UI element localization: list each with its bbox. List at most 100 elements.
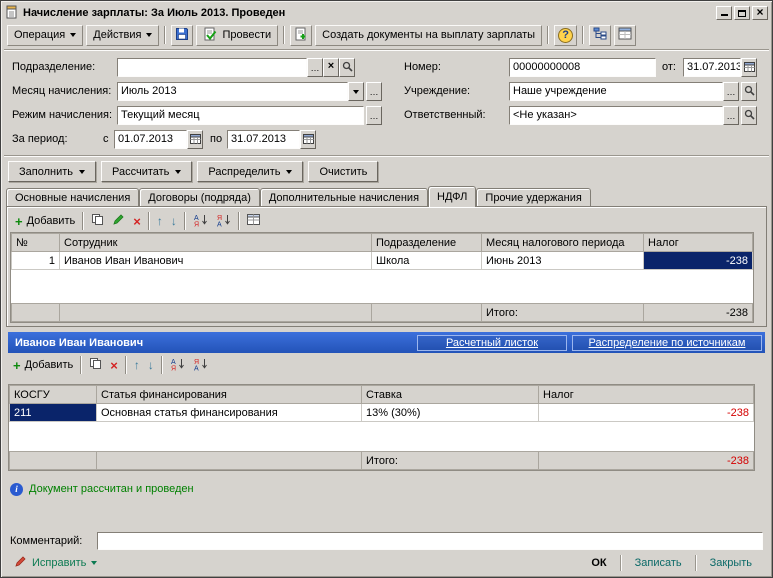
- operation-menu-button[interactable]: Операция: [7, 24, 84, 46]
- cell-kosgu-selected[interactable]: 211: [9, 403, 97, 422]
- sort-desc-button[interactable]: ЯА: [190, 356, 211, 374]
- ndfl-tab-panel: +Добавить × ↑ ↓ АЯ ЯА № Сотрудник Подра: [6, 206, 767, 327]
- ndfl-col-department[interactable]: Подразделение: [371, 233, 482, 252]
- ndfl-col-num[interactable]: №: [11, 233, 60, 252]
- institution-open-button[interactable]: [741, 82, 757, 101]
- tab-additional-accruals[interactable]: Дополнительные начисления: [259, 188, 429, 206]
- structure-button[interactable]: [589, 24, 612, 46]
- funding-col-article[interactable]: Статья финансирования: [96, 385, 362, 404]
- cell-tax-month[interactable]: Июнь 2013: [481, 251, 644, 270]
- sort-asc-button[interactable]: АЯ: [167, 356, 188, 374]
- funding-col-tax[interactable]: Налог: [538, 385, 754, 404]
- funding-col-kosgu[interactable]: КОСГУ: [9, 385, 97, 404]
- empty-rows-area[interactable]: [11, 269, 753, 304]
- delete-row-button[interactable]: ×: [130, 212, 144, 230]
- cell-tax[interactable]: -238: [538, 403, 754, 422]
- ndfl-col-tax[interactable]: Налог: [643, 233, 753, 252]
- magnifier-icon: [744, 85, 755, 98]
- cell-article[interactable]: Основная статья финансирования: [96, 403, 362, 422]
- tab-contracts[interactable]: Договоры (подряда): [139, 188, 260, 206]
- cell-num[interactable]: 1: [11, 251, 60, 270]
- sort-desc-button[interactable]: ЯА: [213, 212, 234, 230]
- cell-rate[interactable]: 13% (30%): [361, 403, 539, 422]
- move-up-button[interactable]: ↑: [131, 356, 143, 374]
- period-from-input[interactable]: 01.07.2013: [114, 130, 187, 149]
- table-row[interactable]: 1 Иванов Иван Иванович Школа Июнь 2013 -…: [11, 251, 753, 270]
- copy-row-button[interactable]: [86, 356, 105, 374]
- post-button[interactable]: Провести: [196, 24, 279, 46]
- table-row[interactable]: 211 Основная статья финансирования 13% (…: [9, 403, 754, 422]
- move-down-button[interactable]: ↓: [168, 212, 180, 230]
- close-button[interactable]: ×: [752, 6, 768, 20]
- svg-text:Я: Я: [194, 221, 199, 227]
- distribute-menu-button[interactable]: Распределить: [197, 161, 304, 182]
- department-select-button[interactable]: …: [307, 58, 323, 77]
- calculate-menu-button[interactable]: Рассчитать: [101, 161, 193, 182]
- ok-button[interactable]: ОК: [580, 553, 617, 573]
- post-icon: [203, 27, 217, 44]
- copy-row-button[interactable]: [88, 212, 107, 230]
- fix-menu-button[interactable]: Исправить: [10, 555, 101, 571]
- distribution-by-sources-link[interactable]: Распределение по источникам: [572, 334, 762, 351]
- ndfl-col-tax-month[interactable]: Месяц налогового периода: [481, 233, 644, 252]
- date-calendar-button[interactable]: [741, 58, 757, 77]
- toolbar-separator: [160, 356, 163, 374]
- accrual-month-dropdown-button[interactable]: [348, 82, 364, 101]
- period-label: За период:: [12, 133, 68, 145]
- department-open-button[interactable]: [339, 58, 355, 77]
- report-button[interactable]: [614, 24, 637, 46]
- write-button[interactable]: Записать: [624, 553, 693, 573]
- tab-other-deductions[interactable]: Прочие удержания: [476, 188, 591, 206]
- number-input[interactable]: 00000000008: [509, 58, 656, 77]
- delete-row-button[interactable]: ×: [107, 356, 121, 374]
- new-document-button[interactable]: [290, 24, 313, 46]
- accrual-month-input[interactable]: Июль 2013: [117, 82, 348, 101]
- save-button-toolbar[interactable]: [171, 24, 194, 46]
- period-to-input[interactable]: 31.07.2013: [227, 130, 300, 149]
- ndfl-col-employee[interactable]: Сотрудник: [59, 233, 372, 252]
- tab-main-accruals[interactable]: Основные начисления: [6, 188, 140, 206]
- period-from-calendar-button[interactable]: [187, 130, 203, 149]
- grid-settings-button[interactable]: [244, 212, 263, 230]
- form-header: Подразделение: … × Номер: 00000000008 от…: [4, 58, 769, 154]
- accrual-mode-input[interactable]: Текущий месяц: [117, 106, 364, 125]
- sort-asc-button[interactable]: АЯ: [190, 212, 211, 230]
- move-down-button[interactable]: ↓: [145, 356, 157, 374]
- actions-menu-button[interactable]: Действия: [86, 24, 160, 46]
- minimize-button[interactable]: [716, 6, 732, 20]
- create-payment-docs-button[interactable]: Создать документы на выплату зарплаты: [315, 24, 543, 46]
- empty-rows-area[interactable]: [9, 421, 754, 452]
- close-form-button[interactable]: Закрыть: [699, 553, 763, 573]
- status-row: i Документ рассчитан и проведен: [4, 481, 769, 497]
- payslip-link[interactable]: Расчетный листок: [417, 334, 567, 351]
- maximize-button[interactable]: [734, 6, 750, 20]
- svg-text:Я: Я: [171, 365, 176, 371]
- add-row-button[interactable]: + Добавить: [10, 356, 76, 374]
- chevron-down-icon: [175, 169, 182, 174]
- funding-col-rate[interactable]: Ставка: [361, 385, 539, 404]
- date-input[interactable]: 31.07.2013: [683, 58, 741, 77]
- help-button[interactable]: ?: [554, 24, 578, 46]
- tab-ndfl[interactable]: НДФЛ: [428, 186, 477, 207]
- institution-select-button[interactable]: …: [723, 82, 739, 101]
- chevron-down-icon: [91, 560, 98, 565]
- responsible-input[interactable]: <Не указан>: [509, 106, 723, 125]
- cell-employee[interactable]: Иванов Иван Иванович: [59, 251, 372, 270]
- cell-department[interactable]: Школа: [371, 251, 482, 270]
- department-clear-button[interactable]: ×: [323, 58, 339, 77]
- cell-tax-selected[interactable]: -238: [643, 251, 753, 270]
- period-to-calendar-button[interactable]: [300, 130, 316, 149]
- clear-button[interactable]: Очистить: [308, 161, 379, 182]
- institution-input[interactable]: Наше учреждение: [509, 82, 723, 101]
- add-row-button[interactable]: + Добавить: [12, 212, 78, 230]
- responsible-select-button[interactable]: …: [723, 106, 739, 125]
- edit-row-button[interactable]: [109, 212, 128, 230]
- responsible-open-button[interactable]: [741, 106, 757, 125]
- department-input[interactable]: [117, 58, 307, 77]
- fill-menu-button[interactable]: Заполнить: [8, 161, 97, 182]
- accrual-mode-select-button[interactable]: …: [366, 106, 382, 125]
- sort-desc-icon: ЯА: [216, 213, 231, 230]
- move-up-button[interactable]: ↑: [154, 212, 166, 230]
- comment-input[interactable]: [97, 531, 763, 550]
- accrual-month-select-button[interactable]: …: [366, 82, 382, 101]
